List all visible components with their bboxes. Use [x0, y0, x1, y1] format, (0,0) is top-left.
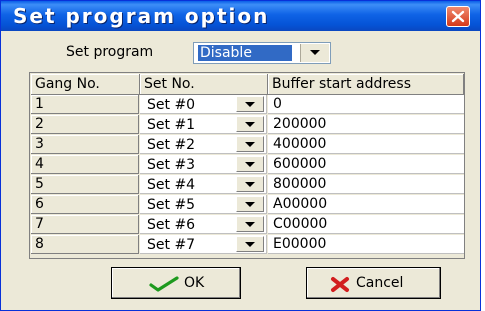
set-number-value: Set #5	[147, 197, 196, 213]
gang-number-cell: 2	[31, 115, 139, 134]
buffer-address-field[interactable]: 400000	[268, 135, 464, 154]
cross-icon	[331, 277, 349, 292]
chevron-down-icon	[245, 142, 255, 147]
ok-label: OK	[184, 275, 205, 291]
column-header-gang[interactable]: Gang No.	[31, 74, 140, 95]
table-row: 8 Set #7 E00000	[30, 235, 464, 255]
gang-number-cell: 3	[31, 135, 139, 154]
chevron-down-icon	[245, 122, 255, 127]
set-number-dropdown-button[interactable]	[236, 116, 264, 132]
table-row: 6 Set #5 A00000	[30, 195, 464, 215]
cancel-label: Cancel	[356, 275, 404, 291]
set-number-value: Set #0	[147, 97, 196, 113]
close-button[interactable]	[446, 6, 470, 27]
chevron-down-icon	[245, 102, 255, 107]
set-program-select[interactable]: Disable	[193, 42, 331, 64]
set-program-value: Disable	[197, 44, 293, 62]
table-row: 7 Set #6 C00000	[30, 215, 464, 235]
set-number-dropdown[interactable]: Set #2	[140, 135, 267, 154]
set-number-value: Set #6	[147, 217, 196, 233]
gang-number-cell: 8	[31, 235, 139, 254]
ok-button[interactable]: OK	[111, 267, 241, 299]
gang-number-cell: 5	[31, 175, 139, 194]
gang-number-cell: 6	[31, 195, 139, 214]
chevron-down-icon	[245, 182, 255, 187]
buffer-address-field[interactable]: 800000	[268, 175, 464, 194]
chevron-down-icon	[310, 50, 320, 55]
buffer-address-field[interactable]: 600000	[268, 155, 464, 174]
set-number-dropdown[interactable]: Set #0	[140, 95, 267, 114]
dialog-window: Set program option Set program Disable G…	[0, 0, 481, 311]
set-number-value: Set #3	[147, 157, 196, 173]
set-number-dropdown-button[interactable]	[236, 236, 264, 252]
set-program-label: Set program	[66, 44, 154, 60]
set-number-dropdown-button[interactable]	[236, 176, 264, 192]
set-number-dropdown[interactable]: Set #6	[140, 215, 267, 234]
gang-number-cell: 1	[31, 95, 139, 114]
buffer-address-field[interactable]: A00000	[268, 195, 464, 214]
buffer-address-field[interactable]: 200000	[268, 115, 464, 134]
set-number-value: Set #1	[147, 117, 196, 133]
buffer-address-field[interactable]: C00000	[268, 215, 464, 234]
chevron-down-icon	[245, 202, 255, 207]
table-row: 4 Set #3 600000	[30, 155, 464, 175]
set-number-dropdown-button[interactable]	[236, 156, 264, 172]
column-header-address[interactable]: Buffer start address	[268, 74, 464, 95]
set-number-dropdown-button[interactable]	[236, 96, 264, 112]
set-number-dropdown-button[interactable]	[236, 216, 264, 232]
set-program-dropdown-button[interactable]	[300, 44, 329, 62]
gang-number-cell: 7	[31, 215, 139, 234]
set-number-dropdown[interactable]: Set #7	[140, 235, 267, 254]
chevron-down-icon	[245, 242, 255, 247]
chevron-down-icon	[245, 222, 255, 227]
chevron-down-icon	[245, 162, 255, 167]
gang-settings-grid: Gang No. Set No. Buffer start address 1S…	[29, 72, 465, 259]
set-number-dropdown[interactable]: Set #4	[140, 175, 267, 194]
table-row: 3 Set #2 400000	[30, 135, 464, 155]
set-number-dropdown[interactable]: Set #5	[140, 195, 267, 214]
set-number-dropdown-button[interactable]	[236, 196, 264, 212]
column-header-set[interactable]: Set No.	[140, 74, 268, 95]
buffer-address-field[interactable]: 0	[268, 95, 464, 114]
table-row: 2 Set #1 200000	[30, 115, 464, 135]
gang-number-cell: 4	[31, 155, 139, 174]
set-number-value: Set #2	[147, 137, 196, 153]
checkmark-icon	[149, 276, 179, 292]
buffer-address-field[interactable]: E00000	[268, 235, 464, 254]
dialog-title: Set program option	[13, 4, 270, 28]
table-row: 5 Set #4 800000	[30, 175, 464, 195]
cancel-button[interactable]: Cancel	[306, 267, 441, 299]
table-row: 1 Set #0 0	[30, 95, 464, 115]
set-number-dropdown[interactable]: Set #3	[140, 155, 267, 174]
set-number-value: Set #7	[147, 237, 196, 253]
title-bar[interactable]: Set program option	[1, 1, 480, 31]
set-number-value: Set #4	[147, 177, 196, 193]
close-icon	[451, 10, 465, 23]
set-number-dropdown[interactable]: Set #1	[140, 115, 267, 134]
set-number-dropdown-button[interactable]	[236, 136, 264, 152]
